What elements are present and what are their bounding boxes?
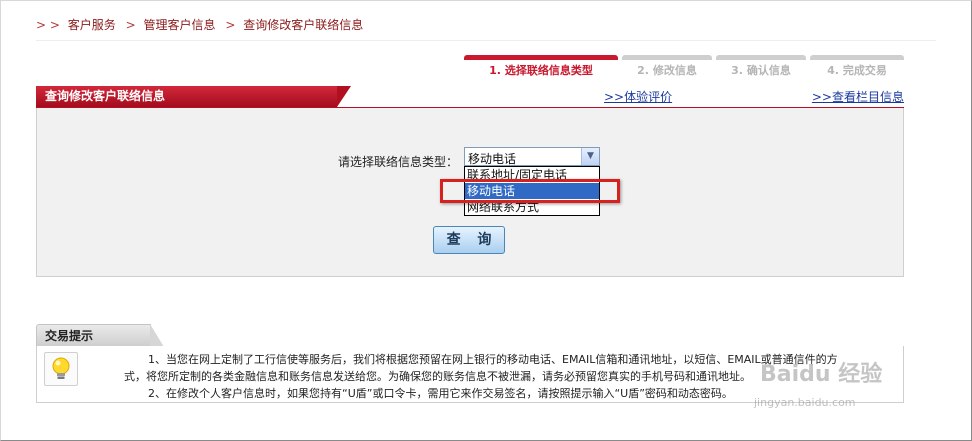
step-2: 2. 修改信息 (622, 55, 712, 77)
step-label: 4. 完成交易 (827, 64, 887, 77)
select-value: 移动电话 (468, 152, 517, 166)
contact-type-label: 请选择联络信息类型： (338, 155, 459, 169)
step-label: 1. 选择联络信息类型 (489, 64, 593, 77)
breadcrumb-separator: > (225, 18, 236, 32)
breadcrumb: > > 客户服务 > 管理客户信息 > 查询修改客户联络信息 (36, 16, 369, 33)
step-1: 1. 选择联络信息类型 (464, 55, 618, 77)
step-3: 3. 确认信息 (716, 55, 806, 77)
column-info-link[interactable]: >>查看栏目信息 (812, 88, 904, 105)
breadcrumb-item-current: 查询修改客户联络信息 (243, 18, 364, 32)
contact-type-select[interactable]: 移动电话 ▼ (464, 147, 600, 166)
breadcrumb-item-manage-info[interactable]: 管理客户信息 (144, 18, 216, 32)
annotation-highlight-box (440, 179, 620, 203)
tip-line-1: 1、当您在网上定制了工行信使等服务后，我们将根据您预留在网上银行的移动电话、EM… (148, 353, 838, 366)
feedback-link[interactable]: >>体验评价 (604, 88, 672, 105)
breadcrumb-prefix: > > (36, 18, 60, 32)
breadcrumb-separator: > (125, 18, 136, 32)
tips-title: 交易提示 (36, 324, 164, 347)
step-bar (622, 55, 712, 60)
step-4: 4. 完成交易 (810, 55, 904, 77)
header-divider (36, 40, 936, 41)
panel-header: 查询修改客户联络信息 >>体验评价 >>查看栏目信息 (36, 86, 904, 109)
lightbulb-icon (44, 352, 78, 386)
step-bar (716, 55, 806, 60)
step-bar (810, 55, 904, 60)
panel-title: 查询修改客户联络信息 (36, 86, 351, 107)
tips-header: 交易提示 (36, 324, 904, 347)
watermark-logo: Baidu 经验 (760, 362, 883, 387)
watermark-url: jingyan.baidu.com (754, 396, 856, 409)
tip-line-3: 2、在修改个人客户信息时，如果您持有“U盾”或口令卡，需用它来作交易签名，请按照… (148, 387, 733, 400)
step-label: 2. 修改信息 (637, 64, 697, 77)
query-button[interactable]: 查 询 (433, 226, 505, 254)
step-label: 3. 确认信息 (731, 64, 791, 77)
tip-line-2: 式，将您所定制的各类金融信息和账务信息发送给您。为确保您的账务信息不被泄漏，请务… (124, 370, 751, 383)
step-indicator: 1. 选择联络信息类型 2. 修改信息 3. 确认信息 4. 完成交易 (464, 55, 904, 77)
breadcrumb-item-customer-service[interactable]: 客户服务 (68, 18, 116, 32)
step-bar (464, 55, 618, 60)
chevron-down-icon[interactable]: ▼ (581, 148, 599, 165)
